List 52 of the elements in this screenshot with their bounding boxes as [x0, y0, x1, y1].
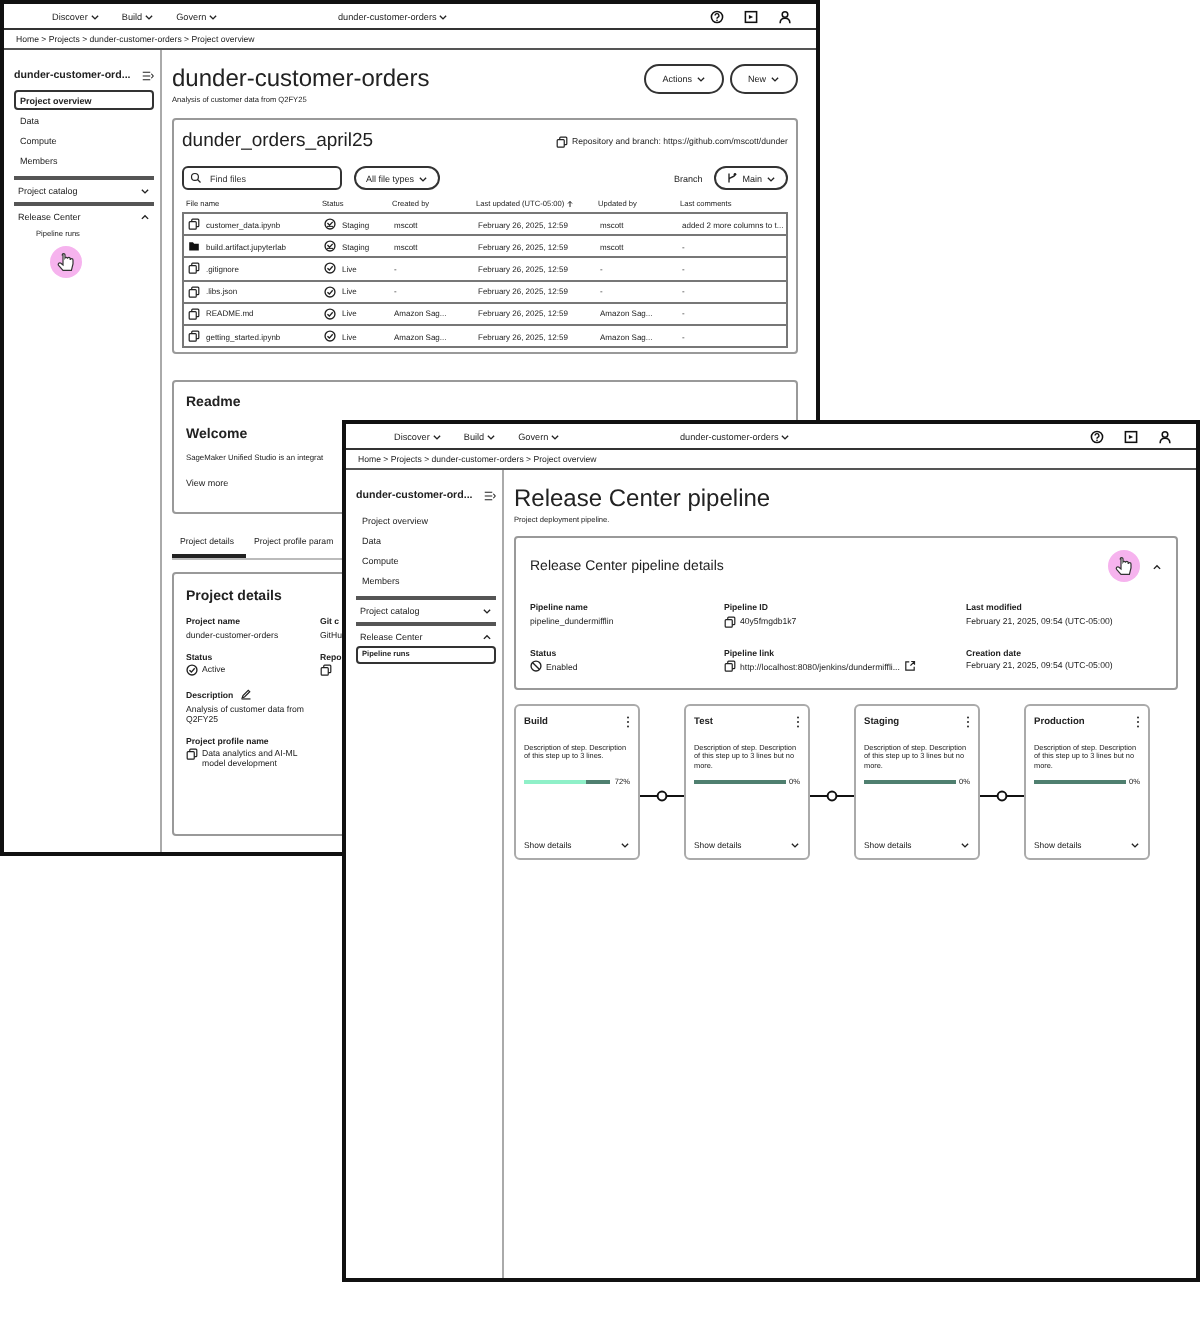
check-circle-icon — [186, 664, 198, 677]
copy-icon — [724, 660, 736, 672]
chevron-down-icon — [550, 431, 561, 441]
repository-name: dunder_orders_april25 — [182, 130, 374, 152]
user-icon[interactable] — [778, 9, 792, 23]
help-icon[interactable] — [710, 9, 724, 23]
chevron-down-icon — [418, 173, 429, 183]
chevron-down-icon — [620, 840, 630, 850]
chevron-down-icon — [780, 431, 791, 441]
status-icon — [530, 660, 542, 672]
chevron-down-icon — [486, 431, 497, 441]
chevron-down-icon — [140, 185, 150, 196]
external-link-icon[interactable] — [903, 660, 916, 672]
chevron-up-icon — [140, 211, 150, 222]
copy-icon — [188, 218, 200, 231]
chevron-down-icon — [482, 605, 492, 616]
chevron-down-icon — [790, 840, 800, 850]
branch-icon — [726, 172, 739, 184]
page-title: dunder-customer-orders — [172, 64, 430, 92]
stage-connector — [980, 790, 1024, 802]
page-title: Release Center pipeline — [514, 484, 773, 512]
stage-connector — [640, 790, 684, 802]
chevron-down-icon — [695, 74, 706, 84]
copy-icon — [724, 615, 736, 627]
copy-icon — [186, 748, 198, 761]
stage-connector — [810, 790, 854, 802]
copy-icon — [556, 135, 569, 147]
collapse-button[interactable] — [1152, 561, 1162, 571]
user-icon[interactable] — [1158, 429, 1172, 443]
pointer-icon — [50, 246, 82, 278]
sort-arrow-icon — [566, 200, 575, 208]
chevron-down-icon — [766, 173, 776, 183]
sidebar-toggle-icon[interactable] — [484, 490, 496, 502]
feedback-icon[interactable] — [744, 9, 758, 23]
chevron-down-icon — [144, 11, 155, 21]
feedback-icon[interactable] — [1124, 429, 1138, 443]
chevron-down-icon — [208, 11, 219, 21]
pointer-icon — [1108, 550, 1140, 582]
chevron-up-icon — [482, 631, 492, 642]
chevron-down-icon — [960, 840, 970, 850]
copy-icon — [320, 664, 332, 677]
chevron-down-icon — [431, 431, 442, 441]
edit-icon[interactable] — [239, 688, 252, 701]
chevron-down-icon — [438, 11, 449, 21]
chevron-down-icon — [770, 74, 780, 84]
search-icon — [190, 172, 202, 184]
chevron-up-icon — [1152, 561, 1162, 571]
chevron-down-icon — [1130, 840, 1140, 850]
help-icon[interactable] — [1090, 429, 1104, 443]
sidebar-toggle-icon[interactable] — [142, 70, 154, 82]
folder-icon — [188, 240, 200, 253]
chevron-down-icon — [89, 11, 100, 21]
